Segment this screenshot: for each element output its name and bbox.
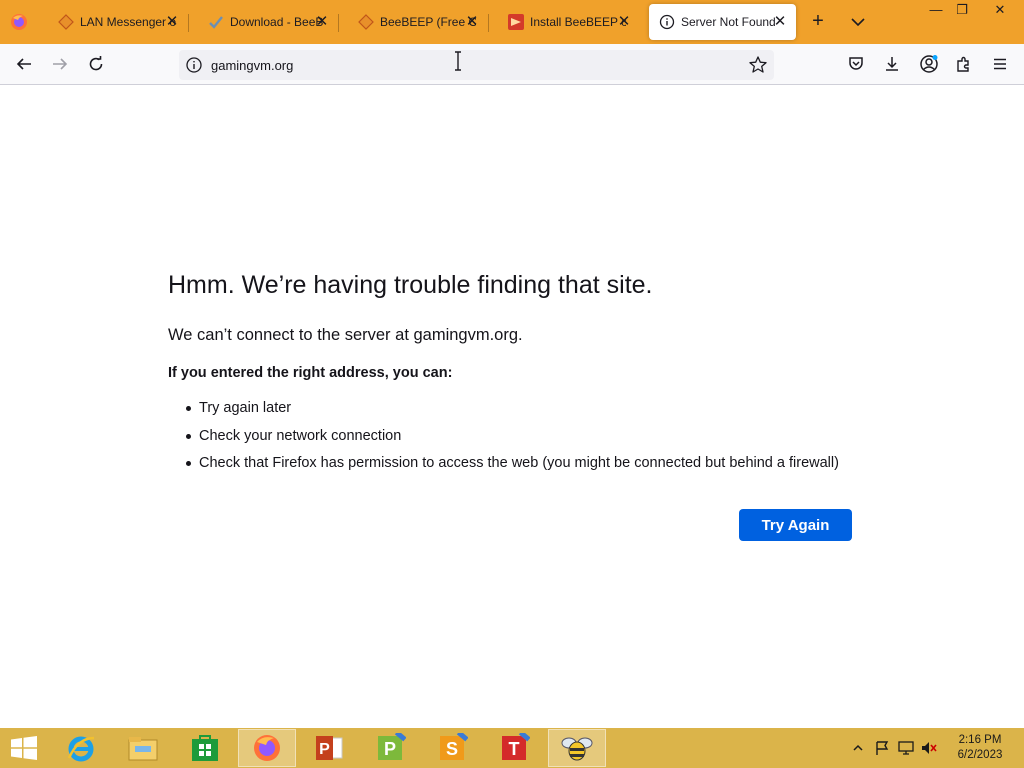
error-description: We can’t connect to the server at gaming… [168,326,523,344]
forward-button[interactable] [48,52,72,76]
firefox-logo [254,735,280,761]
svg-text:P: P [384,739,396,759]
back-arrow-icon [16,58,31,70]
powerpoint-logo: P [316,736,343,760]
tab-separator [338,14,339,32]
svg-text:T: T [509,739,520,759]
tab-beebeep-free[interactable]: BeeBEEP (Free Of ✕ [348,4,488,40]
text-icon[interactable]: T [486,729,544,767]
tab-close-icon[interactable]: ✕ [164,14,180,30]
puzzle-icon [957,56,969,72]
download-icon [886,57,898,71]
list-item: Try again later [186,398,839,426]
beebeep-diamond-icon [358,14,374,30]
publisher-logo: P [378,733,406,760]
new-tab-button[interactable]: + [806,10,830,34]
list-item: Check your network connection [186,426,839,454]
tab-title: BeeBEEP (Free Of [380,15,476,29]
tab-download-beebeep[interactable]: Download - BeeB ✕ [198,4,338,40]
publisher-icon[interactable]: P [362,729,420,767]
chevron-down-icon[interactable] [846,10,870,34]
pocket-button[interactable] [844,52,868,76]
info-icon [659,14,675,30]
tab-close-icon[interactable]: ✕ [616,14,632,30]
screen: LAN Messenger o ✕ Download - BeeB ✕ BeeB… [0,0,1024,768]
tab-close-icon[interactable]: ✕ [772,14,788,30]
suggestions-list: Try again later Check your network conne… [186,398,839,481]
back-button[interactable] [12,52,36,76]
tab-title: Download - BeeB [230,15,324,29]
bee-logo [561,737,593,761]
navigation-toolbar: gamingvm.org [0,44,1024,85]
url-text[interactable]: gamingvm.org [211,58,293,73]
svg-text:S: S [446,739,458,759]
downloads-button[interactable] [880,52,904,76]
list-item: Check that Firefox has permission to acc… [186,453,839,481]
sheets-icon[interactable]: S [424,729,482,767]
text-cursor-icon [455,51,461,71]
firefox-taskbar-icon[interactable] [238,729,296,767]
error-title: Hmm. We’re having trouble finding that s… [168,271,653,299]
powerpoint-icon[interactable]: P [300,729,358,767]
tab-close-icon[interactable]: ✕ [464,14,480,30]
restore-button[interactable]: ❐ [946,0,978,22]
tab-close-icon[interactable]: ✕ [314,14,330,30]
beebeep-diamond-icon [58,14,74,30]
app-menu-button[interactable] [988,52,1012,76]
svg-text:P: P [319,741,330,758]
tab-title: Server Not Found [681,15,776,29]
install-site-icon [508,14,524,30]
folder-logo [128,737,158,761]
tab-lan-messenger[interactable]: LAN Messenger o ✕ [48,4,188,40]
store-icon[interactable] [176,729,234,767]
tab-strip: LAN Messenger o ✕ Download - BeeB ✕ BeeB… [0,0,1024,44]
action-center-flag-icon[interactable] [874,740,890,756]
windows-start-icon[interactable] [10,736,38,760]
error-page: Hmm. We’re having trouble finding that s… [0,85,1024,728]
internet-explorer-icon[interactable] [52,729,110,767]
bookmark-star-icon[interactable] [748,55,768,75]
reload-button[interactable] [84,52,108,76]
network-icon[interactable] [898,740,914,756]
reload-icon [89,56,103,71]
volume-muted-icon[interactable] [921,740,937,756]
url-bar[interactable]: gamingvm.org [179,50,774,80]
account-button[interactable] [917,52,941,76]
extensions-button[interactable] [952,52,976,76]
clock-time: 2:16 PM [958,734,1002,746]
tab-separator [488,14,489,32]
try-again-button[interactable]: Try Again [739,509,852,541]
beebeep-icon[interactable] [548,729,606,767]
tab-install-beebeep[interactable]: Install BeeBEEP o ✕ [498,4,640,40]
site-info-icon[interactable] [185,56,203,74]
firefox-menu-icon[interactable] [9,12,29,32]
store-logo [192,735,218,761]
pocket-icon [849,57,863,70]
close-window-button[interactable]: ✕ [984,0,1016,22]
suggestions-heading: If you entered the right address, you ca… [168,365,453,381]
sheets-logo: S [440,733,468,760]
file-explorer-icon[interactable] [114,729,172,767]
taskbar: P P S T 2:16 PM 6/2/2023 [0,728,1024,768]
clock-date: 6/2/2023 [957,749,1003,761]
hamburger-menu-icon [994,58,1006,70]
tab-server-not-found[interactable]: Server Not Found ✕ [649,4,796,40]
system-clock[interactable]: 2:16 PM 6/2/2023 [950,733,1010,763]
text-maker-logo: T [502,733,530,760]
download-site-icon [209,16,223,29]
internet-explorer-logo [67,736,95,762]
tab-title: Install BeeBEEP o [530,15,626,29]
account-icon [920,55,938,73]
show-hidden-icons-chevron-icon[interactable] [850,740,866,756]
forward-arrow-icon [53,58,68,70]
tab-title: LAN Messenger o [80,15,176,29]
tab-separator [188,14,189,32]
